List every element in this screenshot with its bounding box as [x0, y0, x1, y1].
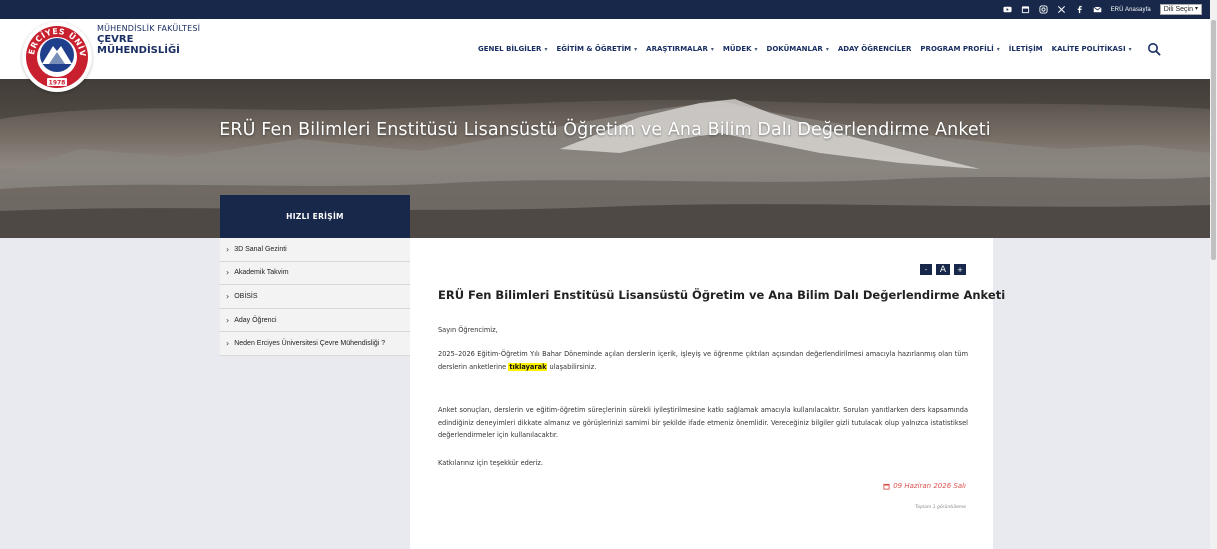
nav-label: ARAŞTIRMALAR: [646, 45, 708, 53]
quick-access-heading: HIZLI ERİŞİM: [220, 195, 410, 238]
view-count: Toplam 1 görüntüleme: [915, 505, 966, 510]
article-content: - A + ERÜ Fen Bilimleri Enstitüsü Lisans…: [410, 238, 1005, 549]
facebook-icon[interactable]: [1075, 5, 1084, 14]
chevron-down-icon: ▾: [1128, 45, 1132, 53]
quick-access-label: Aday Öğrenci: [234, 316, 277, 324]
quick-access-item-prospective-student[interactable]: › Aday Öğrenci: [220, 309, 410, 333]
youtube-icon[interactable]: [1003, 5, 1012, 14]
article-thanks: Katkılarınız için teşekkür ederiz.: [438, 459, 543, 467]
nav-label: KALİTE POLİTİKASI: [1051, 45, 1126, 53]
scrollbar-thumb[interactable]: [1211, 20, 1216, 260]
hero-title: ERÜ Fen Bilimleri Enstitüsü Lisansüstü Ö…: [219, 120, 991, 140]
mail-icon[interactable]: [1093, 5, 1102, 14]
nav-label: MÜDEK: [722, 45, 752, 53]
faculty-name: MÜHENDİSLİK FAKÜLTESİ: [97, 24, 201, 33]
page-scrollbar[interactable]: [1210, 0, 1217, 549]
font-size-controls: - A +: [920, 264, 966, 275]
logo-year: 1978: [49, 80, 66, 87]
chevron-down-icon: ▾: [710, 45, 714, 53]
calendar-icon[interactable]: [1021, 5, 1030, 14]
nav-label: İLETİŞİM: [1008, 45, 1043, 53]
top-utility-bar: ERÜ Anasayfa Dili Seçin ▾: [0, 0, 1210, 19]
nav-iletisim[interactable]: İLETİŞİM: [1009, 45, 1043, 53]
quick-access-label: 3D Sanal Gezinti: [234, 245, 287, 253]
quick-access-label: Neden Erciyes Üniversitesi Çevre Mühendi…: [234, 340, 386, 348]
nav-label: GENEL BİLGİLER: [478, 45, 542, 53]
nav-genel-bilgiler[interactable]: GENEL BİLGİLER ▾: [478, 45, 547, 53]
x-icon[interactable]: [1057, 5, 1066, 14]
nav-label: EĞİTİM & ÖĞRETİM: [556, 45, 632, 53]
chevron-right-icon: ›: [226, 244, 230, 254]
search-icon[interactable]: [1147, 42, 1161, 56]
chevron-down-icon: ▾: [544, 45, 548, 53]
chevron-right-icon: ›: [226, 315, 230, 325]
department-brand[interactable]: MÜHENDİSLİK FAKÜLTESİ ÇEVRE MÜHENDİSLİĞİ: [97, 24, 200, 56]
quick-access-label: Akademik Takvim: [234, 269, 289, 277]
nav-kalite-politikasi[interactable]: KALİTE POLİTİKASI ▾: [1052, 45, 1132, 53]
quick-access-item-obisis[interactable]: › OBİSİS: [220, 285, 410, 309]
department-name-line1: ÇEVRE: [97, 34, 134, 45]
survey-link[interactable]: tıklayarak: [508, 362, 548, 371]
chevron-down-icon: ▾: [996, 45, 1000, 53]
nav-label: DOKÜMANLAR: [766, 45, 823, 53]
chevron-down-icon: ▾: [634, 45, 638, 53]
site-header: ERCİYES ÜNİVERSİTESİ 1978 MÜHENDİSLİK FA…: [0, 19, 1210, 92]
language-select[interactable]: Dili Seçin ▾: [1159, 4, 1202, 15]
quick-access-list: › 3D Sanal Gezinti › Akademik Takvim › OBİS…: [220, 238, 410, 356]
chevron-right-icon: ›: [226, 339, 230, 349]
calendar-icon: [883, 483, 890, 490]
utility-tools: ERÜ Anasayfa Dili Seçin ▾: [1003, 2, 1202, 17]
chevron-right-icon: ›: [226, 291, 230, 301]
article-paragraph-2: Anket sonuçları, derslerin ve eğitim-öğr…: [438, 406, 968, 439]
quick-access-item-academic-calendar[interactable]: › Akademik Takvim: [220, 262, 410, 286]
font-decrease-button[interactable]: -: [920, 264, 932, 275]
nav-egitim-ogretim[interactable]: EĞİTİM & ÖĞRETİM ▾: [556, 45, 637, 53]
font-reset-button[interactable]: A: [936, 264, 950, 275]
nav-label: PROGRAM PROFİLİ: [920, 45, 994, 53]
main-navigation: GENEL BİLGİLER ▾ EĞİTİM & ÖĞRETİM ▾ ARAŞTI…: [478, 42, 1161, 56]
publish-date-text: 09 Haziran 2026 Salı: [893, 482, 966, 490]
quick-access-item-3d-tour[interactable]: › 3D Sanal Gezinti: [220, 238, 410, 262]
chevron-down-icon: ▾: [754, 45, 758, 53]
mountain-background-image: [0, 79, 1210, 238]
paragraph-text: ulaşabilirsiniz.: [547, 362, 597, 371]
nav-aday-ogrenciler[interactable]: ADAY ÖĞRENCİLER: [838, 45, 912, 53]
article-title: ERÜ Fen Bilimleri Enstitüsü Lisansüstü Ö…: [438, 288, 1006, 302]
quick-access-label: OBİSİS: [234, 292, 258, 300]
chevron-right-icon: ›: [226, 268, 230, 278]
font-increase-button[interactable]: +: [954, 264, 966, 275]
nav-label: ADAY ÖĞRENCİLER: [837, 45, 912, 53]
nav-dokumanlar[interactable]: DOKÜMANLAR ▾: [767, 45, 829, 53]
chevron-down-icon: ▾: [825, 45, 829, 53]
article-greeting: Sayın Öğrencimiz,: [438, 326, 498, 334]
nav-mudek[interactable]: MÜDEK ▾: [723, 45, 758, 53]
quick-access-item-why-erciyes[interactable]: › Neden Erciyes Üniversitesi Çevre Mühend…: [220, 332, 410, 356]
nav-arastirmalar[interactable]: ARAŞTIRMALAR ▾: [646, 45, 714, 53]
language-select-value: Dili Seçin: [1163, 6, 1193, 13]
university-logo[interactable]: ERCİYES ÜNİVERSİTESİ 1978: [22, 22, 92, 92]
page: ERÜ Anasayfa Dili Seçin ▾ ERCİYES ÜNİVER…: [0, 0, 1217, 549]
university-home-link[interactable]: ERÜ Anasayfa: [1111, 7, 1151, 13]
department-name-line2: MÜHENDİSLİĞİ: [97, 45, 180, 56]
instagram-icon[interactable]: [1039, 5, 1048, 14]
article-paragraph-1: 2025–2026 Eğitim-Öğretim Yılı Bahar Döne…: [438, 348, 968, 373]
hero-banner: ERÜ Fen Bilimleri Enstitüsü Lisansüstü Ö…: [0, 79, 1210, 238]
nav-program-profili[interactable]: PROGRAM PROFİLİ ▾: [920, 45, 999, 53]
chevron-down-icon: ▾: [1194, 6, 1198, 12]
publish-date: 09 Haziran 2026 Salı: [883, 482, 966, 490]
